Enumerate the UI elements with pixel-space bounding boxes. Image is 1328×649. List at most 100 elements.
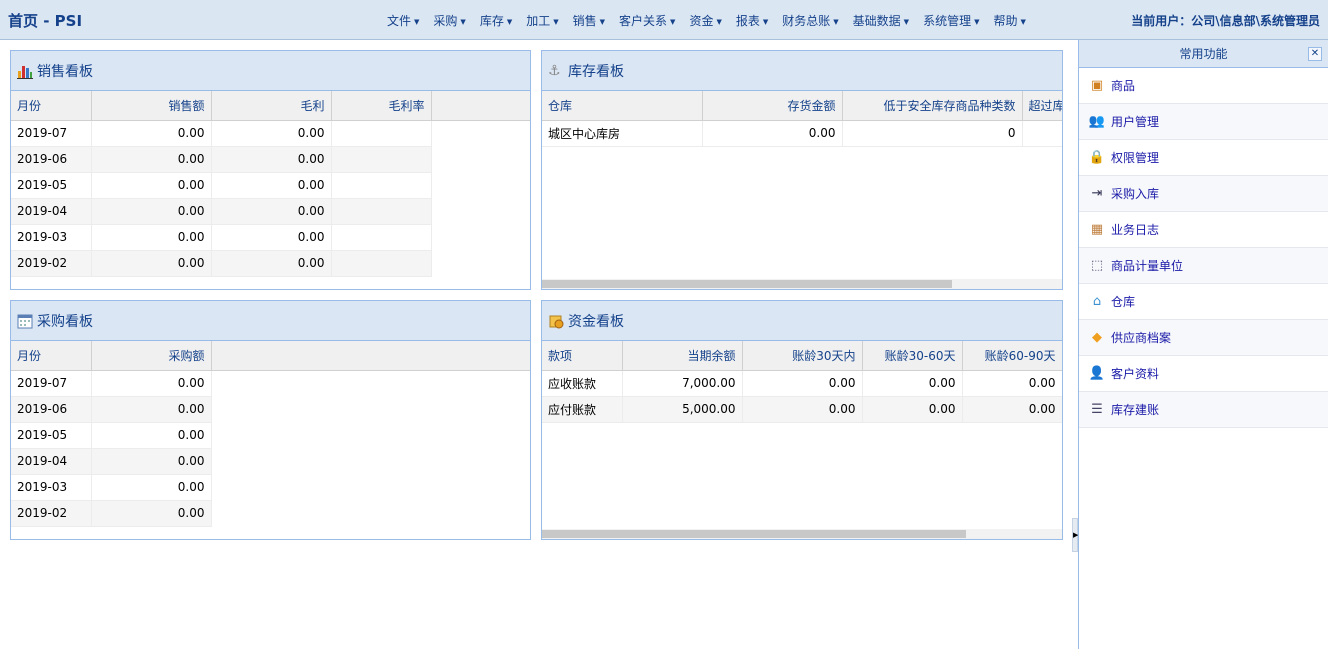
caret-down-icon: ▼ xyxy=(716,17,722,26)
inventory-panel-header: ⚓ 库存看板 xyxy=(542,51,1062,91)
table-row[interactable]: 2019-04 0.00 xyxy=(11,448,530,475)
shortcut-label: 业务日志 xyxy=(1111,223,1160,237)
sales-panel: 销售看板 月份 销售额 毛利 毛利率 2019-07 0.00 0.00 2019-06 0.0… xyxy=(10,50,531,290)
log-icon: ▦ xyxy=(1090,222,1104,237)
menu-2[interactable]: 库存 ▼ xyxy=(480,12,512,29)
table-row[interactable]: 2019-03 0.00 xyxy=(11,474,530,501)
top-header: 首页 - PSI 文件 ▼ 采购 ▼ 库存 ▼ 加工 ▼ 销售 ▼ 客户关系 ▼ 资金 ▼ 报表 ▼ 财务总账 ▼… xyxy=(0,0,1328,40)
table-cell: 0 xyxy=(842,120,1023,147)
menu-10[interactable]: 系统管理 ▼ xyxy=(923,12,979,29)
table-row[interactable]: 应收账款 7,000.00 0.00 0.00 0.00 xyxy=(542,370,1062,397)
column-header-filler[interactable] xyxy=(431,91,530,121)
caret-down-icon: ▼ xyxy=(903,17,910,26)
shortcut-item[interactable]: ▣ 商品 xyxy=(1079,68,1328,104)
funds-panel-header: 资金看板 xyxy=(542,301,1062,341)
shortcut-item[interactable]: ☰ 库存建账 xyxy=(1079,392,1328,428)
sidebar-splitter[interactable]: ▶ xyxy=(1068,40,1078,649)
menu-label: 报表 xyxy=(735,14,760,28)
column-header[interactable]: 毛利率 xyxy=(331,91,432,121)
close-icon[interactable]: ✕ xyxy=(1308,47,1322,61)
menu-0[interactable]: 文件 ▼ xyxy=(387,12,419,29)
table-row[interactable]: 2019-02 0.00 xyxy=(11,500,530,527)
shortcut-item[interactable]: 🔒 权限管理 xyxy=(1079,140,1328,176)
column-header[interactable]: 月份 xyxy=(11,91,92,121)
table-row[interactable]: 2019-06 0.00 0.00 xyxy=(11,146,530,173)
table-cell: 0.00 xyxy=(91,396,212,423)
sidebar-header: 常用功能 ✕ xyxy=(1079,40,1328,68)
shortcut-item[interactable]: ⇥ 采购入库 xyxy=(1079,176,1328,212)
warehouse-icon: ⌂ xyxy=(1092,294,1102,309)
menu-1[interactable]: 采购 ▼ xyxy=(433,12,465,29)
table-cell: 5,000.00 xyxy=(622,396,743,423)
menu-4[interactable]: 销售 ▼ xyxy=(573,12,605,29)
caret-down-icon: ▼ xyxy=(414,17,420,26)
column-header[interactable]: 超过库存上限商品种类数 xyxy=(1022,91,1062,121)
menu-label: 文件 xyxy=(387,14,412,28)
table-row[interactable]: 2019-04 0.00 0.00 xyxy=(11,198,530,225)
funds-horizontal-scrollbar[interactable] xyxy=(542,529,1062,539)
funds-panel-title: 资金看板 xyxy=(568,313,624,330)
menu-11[interactable]: 帮助 ▼ xyxy=(993,12,1025,29)
column-header[interactable]: 款项 xyxy=(542,341,623,371)
table-row[interactable]: 2019-03 0.00 0.00 xyxy=(11,224,530,251)
table-row[interactable]: 2019-07 0.00 0.00 xyxy=(11,120,530,147)
caret-down-icon: ▼ xyxy=(974,17,980,26)
column-header[interactable]: 销售额 xyxy=(91,91,212,121)
column-header[interactable]: 低于安全库存商品种类数 xyxy=(842,91,1023,121)
shortcut-item[interactable]: ⌂ 仓库 xyxy=(1079,284,1328,320)
menu-label: 采购 xyxy=(433,14,458,28)
table-cell: 应收账款 xyxy=(542,370,623,397)
table-cell: 0.00 xyxy=(211,198,332,225)
menu-label: 财务总账 xyxy=(782,14,831,28)
column-header-filler[interactable] xyxy=(211,341,530,371)
table-row[interactable]: 2019-02 0.00 0.00 xyxy=(11,250,530,277)
menu-5[interactable]: 客户关系 ▼ xyxy=(619,12,675,29)
scrollbar-thumb[interactable] xyxy=(542,280,952,288)
shortcut-item[interactable]: ◆ 供应商档案 xyxy=(1079,320,1328,356)
column-header[interactable]: 月份 xyxy=(11,341,92,371)
column-header[interactable]: 账龄60-90天 xyxy=(962,341,1062,371)
column-header[interactable]: 采购额 xyxy=(91,341,212,371)
menu-label: 加工 xyxy=(526,14,551,28)
shortcut-item[interactable]: ⬚ 商品计量单位 xyxy=(1079,248,1328,284)
sales-panel-title: 销售看板 xyxy=(37,63,93,80)
menu-label: 帮助 xyxy=(993,14,1018,28)
scrollbar-thumb[interactable] xyxy=(542,530,966,538)
column-header[interactable]: 当期余额 xyxy=(622,341,743,371)
shortcut-item[interactable]: ▦ 业务日志 xyxy=(1079,212,1328,248)
column-header[interactable]: 账龄30天内 xyxy=(742,341,863,371)
inventory-horizontal-scrollbar[interactable] xyxy=(542,279,1062,289)
shortcut-item[interactable]: 👤 客户资料 xyxy=(1079,356,1328,392)
table-row[interactable]: 2019-05 0.00 xyxy=(11,422,530,449)
bar-chart-icon xyxy=(17,63,33,79)
caret-down-icon: ▼ xyxy=(460,17,466,26)
menu-9[interactable]: 基础数据 ▼ xyxy=(853,12,909,29)
column-header[interactable]: 毛利 xyxy=(211,91,332,121)
shortcut-item[interactable]: 👥 用户管理 xyxy=(1079,104,1328,140)
table-row[interactable]: 2019-05 0.00 0.00 xyxy=(11,172,530,199)
table-cell: 0.00 xyxy=(862,370,963,397)
menu-3[interactable]: 加工 ▼ xyxy=(526,12,558,29)
caret-down-icon: ▼ xyxy=(1020,17,1026,26)
table-cell: 0.00 xyxy=(742,396,863,423)
menu-8[interactable]: 财务总账 ▼ xyxy=(782,12,838,29)
column-header[interactable]: 仓库 xyxy=(542,91,703,121)
table-cell: 2019-06 xyxy=(11,146,92,173)
menu-label: 基础数据 xyxy=(852,14,901,28)
table-row[interactable]: 2019-06 0.00 xyxy=(11,396,530,423)
column-header[interactable]: 账龄30-60天 xyxy=(862,341,963,371)
shortcut-label: 权限管理 xyxy=(1111,151,1160,165)
shortcut-label: 库存建账 xyxy=(1111,403,1160,417)
menu-label: 销售 xyxy=(572,14,597,28)
shortcut-label: 商品计量单位 xyxy=(1111,259,1184,273)
shortcut-list: ▣ 商品 👥 用户管理 🔒 权限管理 ⇥ 采购入库 ▦ 业务日志 ⬚ 商品计量单位 ⌂ 仓库 ◆ 供应商档案 👤… xyxy=(1079,68,1328,428)
table-row[interactable]: 2019-07 0.00 xyxy=(11,370,530,397)
table-cell: 0.00 xyxy=(91,500,212,527)
table-row[interactable]: 城区中心库房 0.00 0 xyxy=(542,120,1062,147)
table-cell: 0.00 xyxy=(211,120,332,147)
column-header[interactable]: 存货金额 xyxy=(702,91,843,121)
menu-7[interactable]: 报表 ▼ xyxy=(736,12,768,29)
box-icon: ◆ xyxy=(1092,330,1102,345)
menu-6[interactable]: 资金 ▼ xyxy=(689,12,721,29)
table-row[interactable]: 应付账款 5,000.00 0.00 0.00 0.00 xyxy=(542,396,1062,423)
